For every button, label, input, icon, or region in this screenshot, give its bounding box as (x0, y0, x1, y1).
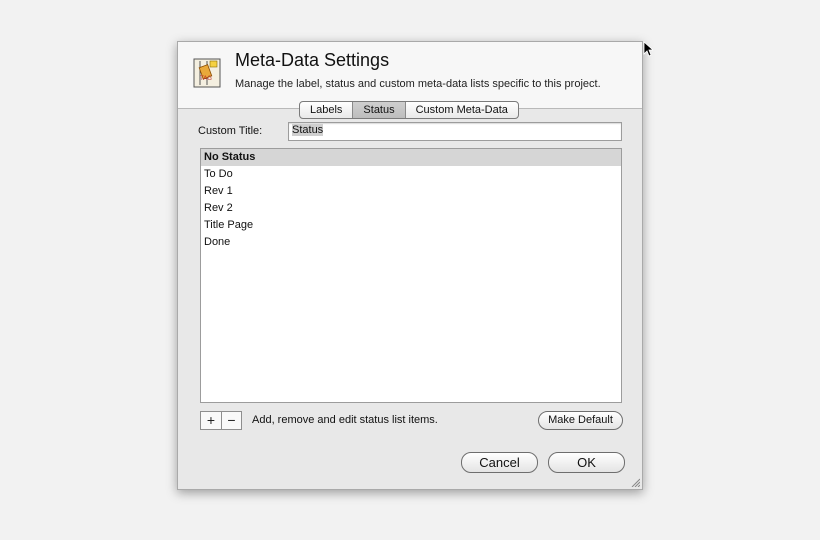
list-item[interactable]: Title Page (201, 217, 621, 234)
cancel-button[interactable]: Cancel (461, 452, 538, 473)
dialog-header: TAG Meta-Data Settings Manage the label,… (178, 42, 642, 109)
add-item-button[interactable]: + (201, 412, 221, 429)
dialog-subtitle: Manage the label, status and custom meta… (235, 78, 601, 90)
settings-tabs: Labels Status Custom Meta-Data (299, 101, 519, 119)
list-item[interactable]: To Do (201, 166, 621, 183)
add-remove-control: + − (200, 411, 242, 430)
tab-labels[interactable]: Labels (300, 102, 354, 118)
meta-data-settings-dialog: TAG Meta-Data Settings Manage the label,… (177, 41, 643, 490)
list-hint: Add, remove and edit status list items. (252, 414, 438, 426)
list-item[interactable]: Done (201, 234, 621, 251)
remove-item-button[interactable]: − (221, 412, 241, 429)
list-item[interactable]: No Status (201, 149, 621, 166)
list-item[interactable]: Rev 2 (201, 200, 621, 217)
tab-custom-meta-data[interactable]: Custom Meta-Data (406, 102, 518, 118)
status-list[interactable]: No Status To Do Rev 1 Rev 2 Title Page D… (200, 148, 622, 403)
dialog-title: Meta-Data Settings (235, 50, 390, 70)
custom-title-field[interactable]: Status (288, 122, 622, 141)
list-item[interactable]: Rev 1 (201, 183, 621, 200)
custom-title-value: Status (292, 124, 324, 136)
meta-data-tag-icon: TAG (193, 58, 221, 88)
svg-text:TAG: TAG (199, 75, 212, 82)
custom-title-label: Custom Title: (198, 125, 263, 137)
tab-status[interactable]: Status (353, 102, 406, 118)
mouse-cursor-icon (643, 41, 653, 57)
resize-grip-icon[interactable] (630, 477, 640, 487)
make-default-button[interactable]: Make Default (538, 411, 623, 430)
ok-button[interactable]: OK (548, 452, 625, 473)
